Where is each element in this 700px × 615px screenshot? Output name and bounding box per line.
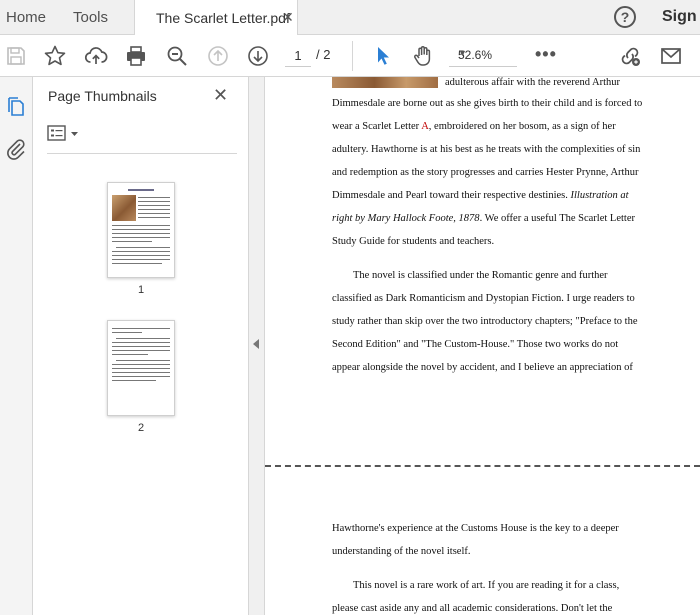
cloud-upload-icon[interactable] [84,44,108,68]
collapse-arrow-icon[interactable] [253,339,259,349]
doc-line: study rather than skip over the two intr… [332,316,638,327]
page-total: / 2 [316,47,331,62]
help-icon[interactable]: ? [614,6,636,28]
list-options-icon [47,125,78,141]
tab-tools[interactable]: Tools [73,9,108,26]
share-link-icon[interactable] [618,44,642,68]
save-icon[interactable] [4,44,28,68]
bookmark-star-icon[interactable] [43,44,67,68]
toolbar-separator [352,41,353,71]
thumbnail-options-button[interactable] [47,124,83,144]
email-icon[interactable] [659,44,683,68]
toolbar: / 2 52.6% ▼ ••• [0,35,700,77]
doc-line: wear a Scarlet Letter A, embroidered on … [332,121,616,132]
page-thumbnails-icon[interactable] [4,95,28,119]
doc-line: Hawthorne's experience at the Customs Ho… [332,523,619,534]
previous-page-icon[interactable] [206,44,230,68]
print-icon[interactable] [124,44,148,68]
tab-document[interactable]: The Scarlet Letter.pdf ✕ [134,0,298,36]
doc-line: and redemption as the story progresses a… [332,167,639,178]
select-cursor-icon[interactable] [371,44,395,68]
doc-text-span: Dimmesdale and Pearl toward their respec… [332,190,571,201]
doc-line: understanding of the novel itself. [332,546,471,557]
left-rail [0,77,33,615]
doc-line: Study Guide for students and teachers. [332,236,495,247]
page-number-input[interactable] [285,45,311,67]
doc-text-span: . We offer a useful The Scarlet Letter [479,213,635,224]
tab-document-title: The Scarlet Letter.pdf [156,10,290,26]
tab-bar: Home Tools The Scarlet Letter.pdf ✕ ? Si… [0,0,700,36]
thumbnails-panel: Page Thumbnails ✕ 1 2 [33,77,248,615]
doc-line: classified as Dark Romanticism and Dysto… [332,293,635,304]
doc-line: The novel is classified under the Romant… [353,270,608,281]
doc-line: adultery. Hawthorne is at his best as he… [332,144,641,155]
tab-close-icon[interactable]: ✕ [282,9,294,26]
doc-line: right by Mary Hallock Foote, 1878. We of… [332,213,635,224]
sign-button[interactable]: Sign [662,8,697,26]
page-thumbnail-label: 2 [137,422,145,434]
page-thumbnail-label: 1 [137,284,145,296]
page-thumbnail-1[interactable] [107,182,175,278]
scarlet-letter-a: A [421,121,429,132]
more-tools-icon[interactable]: ••• [535,44,557,65]
doc-line: Second Edition" and "The Custom-House." … [332,339,619,350]
attachment-icon[interactable] [4,137,28,161]
doc-line: Dimmesdale are borne out as she gives bi… [332,98,643,109]
illustration-image [332,77,438,88]
tab-home[interactable]: Home [6,9,46,26]
doc-line: This novel is a rare work of art. If you… [353,580,620,591]
document-view[interactable]: adulterous affair with the reverend Arth… [265,77,700,615]
panel-close-icon[interactable]: ✕ [213,85,228,106]
panel-title: Page Thumbnails [48,88,157,104]
doc-line: please cast aside any and all academic c… [332,603,613,614]
doc-line: appear alongside the novel by accident, … [332,362,633,373]
hand-tool-icon[interactable] [411,44,435,68]
doc-text-span: , embroidered on her bosom, as a sign of… [428,121,616,132]
panel-splitter[interactable] [248,77,265,615]
doc-italic-span: Illustration at [570,190,629,201]
doc-line: Dimmesdale and Pearl toward their respec… [332,190,629,201]
panel-divider [47,153,237,154]
doc-text-span: wear a Scarlet Letter [332,121,422,132]
zoom-out-icon[interactable] [165,44,189,68]
page-thumbnail-2[interactable] [107,320,175,416]
next-page-icon[interactable] [246,44,270,68]
chevron-down-icon: ▼ [458,48,467,58]
doc-line: adulterous affair with the reverend Arth… [445,77,621,88]
doc-italic-span: right by Mary Hallock Foote, 1878 [332,213,480,224]
page-break [265,465,700,467]
zoom-select[interactable]: 52.6% ▼ [449,47,517,67]
